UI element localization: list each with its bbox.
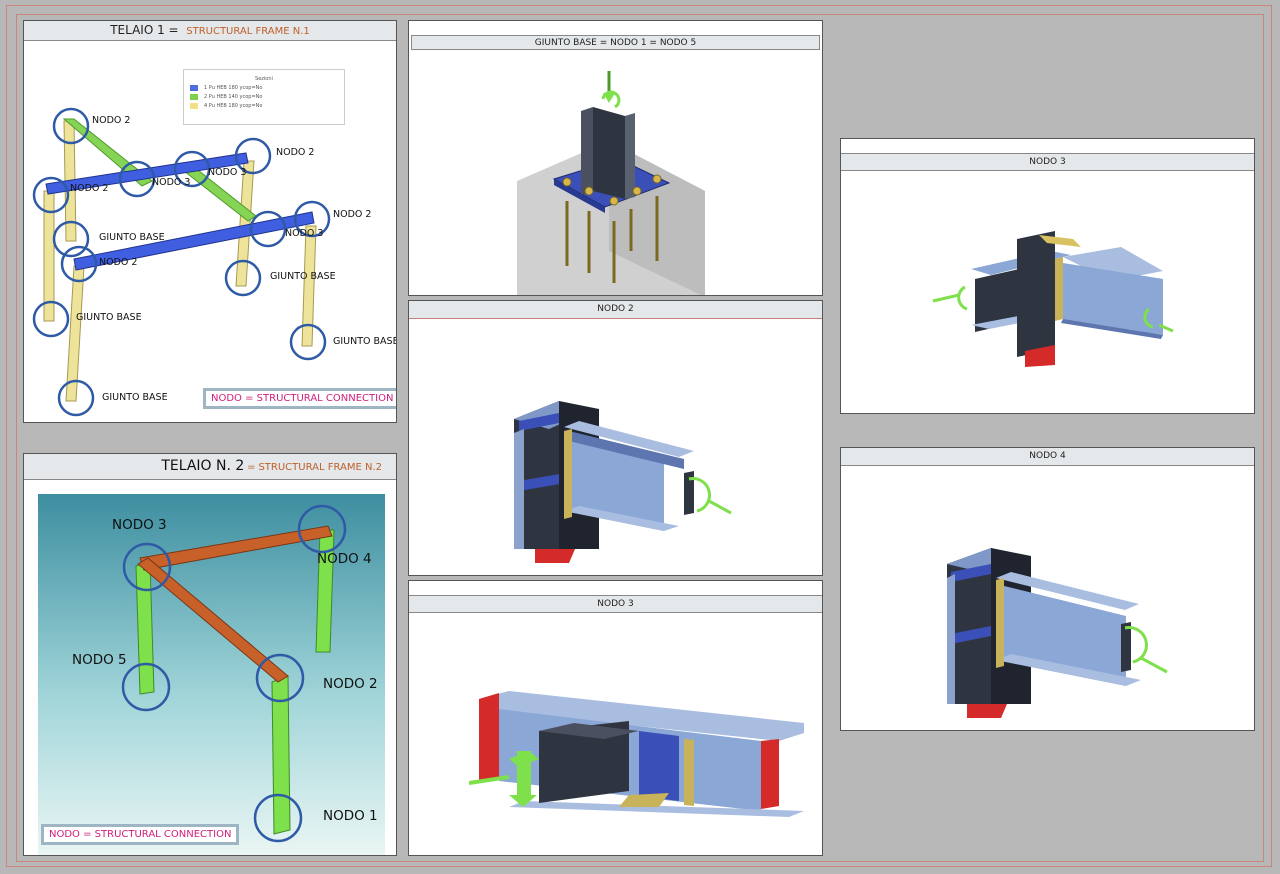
label-nodo5: NODO 5 [72, 652, 127, 668]
base-joint-drawing [517, 71, 705, 295]
label-nodo1: NODO 1 [323, 808, 378, 824]
label-giunto-base: GIUNTO BASE [270, 271, 336, 282]
label-giunto-base: GIUNTO BASE [333, 336, 397, 347]
nodo2-panel: NODO 2 [408, 300, 823, 576]
frame2-panel: TELAIO N. 2 = STRUCTURAL FRAME N.2 NODO … [23, 453, 397, 856]
label-nodo4: NODO 4 [317, 551, 372, 567]
nodo4-panel: NODO 4 [840, 447, 1255, 731]
nodo3-bottom-drawing [468, 691, 804, 817]
structural-connection-callout: NODO = STRUCTURAL CONNECTION [41, 824, 240, 845]
label-giunto-base: GIUNTO BASE [99, 232, 165, 243]
column [301, 225, 317, 347]
label-nodo3: NODO 3 [285, 228, 324, 239]
base-joint-panel: GIUNTO BASE = NODO 1 = NODO 5 [408, 20, 823, 296]
frame1-panel: TELAIO 1 = STRUCTURAL FRAME N.1 Sezioni … [23, 20, 397, 423]
label-nodo2: NODO 2 [92, 115, 131, 126]
frame1-drawing [32, 107, 331, 417]
nodo4-drawing [947, 548, 1168, 718]
label-nodo2: NODO 2 [276, 147, 315, 158]
label-nodo3: NODO 3 [112, 517, 167, 533]
label-giunto-base: GIUNTO BASE [102, 392, 168, 403]
label-nodo3: NODO 3 [208, 167, 247, 178]
label-nodo2: NODO 2 [333, 209, 372, 220]
label-giunto-base: GIUNTO BASE [76, 312, 142, 323]
structural-connection-callout: NODO = STRUCTURAL CONNECTION [203, 388, 396, 409]
label-nodo2: NODO 2 [323, 676, 378, 692]
nodo3-right-panel: NODO 3 [840, 138, 1255, 414]
label-nodo3: NODO 3 [152, 177, 191, 188]
nodo3-bottom-panel: NODO 3 [408, 580, 823, 856]
nodo3-right-drawing [932, 231, 1174, 367]
nodo2-drawing [514, 401, 732, 563]
label-nodo2: NODO 2 [70, 183, 109, 194]
label-nodo2: NODO 2 [99, 257, 138, 268]
